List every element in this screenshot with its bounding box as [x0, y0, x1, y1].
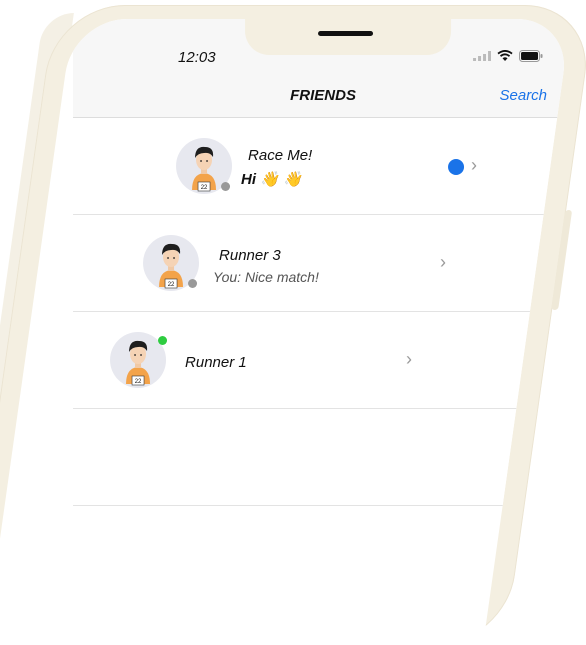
- speaker: [318, 31, 374, 36]
- battery-icon: [519, 50, 543, 62]
- avatar: 22: [143, 235, 200, 291]
- status-icons: [473, 50, 543, 62]
- friend-name: Race Me!: [248, 147, 313, 164]
- status-time: 12:03: [178, 49, 216, 66]
- offline-indicator: [221, 182, 231, 191]
- offline-indicator: [188, 279, 198, 288]
- nav-bar: FRIENDS Search: [73, 77, 572, 118]
- search-button[interactable]: Search: [500, 87, 548, 104]
- signal-icon: [473, 51, 492, 61]
- page-title: FRIENDS: [290, 87, 356, 104]
- phone-screen: 12:03 FRIENDS Search 22 Race Me! Hi 👋 👋 …: [0, 19, 572, 645]
- empty-row: [73, 409, 572, 506]
- phone-device: 12:03 FRIENDS Search 22 Race Me! Hi 👋 👋 …: [0, 5, 586, 645]
- svg-text:22: 22: [201, 185, 208, 191]
- friend-row[interactable]: 22 Runner 1 ›: [73, 312, 572, 409]
- friend-message: You: Nice match!: [213, 269, 319, 285]
- avatar: 22: [110, 332, 168, 388]
- friend-name: Runner 1: [185, 354, 247, 371]
- status-bar: 12:03: [73, 19, 572, 77]
- online-indicator: [158, 336, 168, 345]
- wifi-icon: [497, 50, 513, 61]
- svg-text:22: 22: [168, 282, 175, 288]
- unread-indicator: [448, 159, 465, 175]
- chevron-right-icon: ›: [406, 349, 413, 369]
- friend-name: Runner 3: [219, 247, 281, 264]
- chevron-right-icon: ›: [471, 155, 478, 175]
- friend-message: Hi 👋 👋: [241, 171, 302, 188]
- notch: [245, 19, 452, 55]
- friend-row[interactable]: 22 Runner 3 You: Nice match! ›: [73, 215, 572, 312]
- avatar: 22: [176, 138, 233, 194]
- chevron-right-icon: ›: [440, 252, 447, 272]
- friend-row[interactable]: 22 Race Me! Hi 👋 👋 ›: [73, 118, 572, 215]
- svg-text:22: 22: [135, 379, 142, 385]
